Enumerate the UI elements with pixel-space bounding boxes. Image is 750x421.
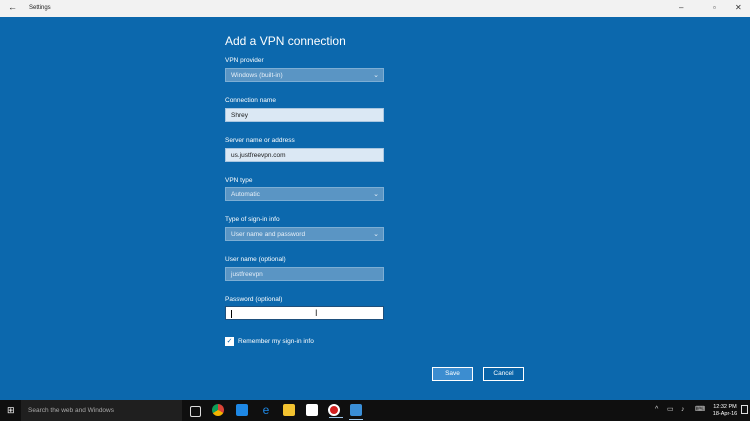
remember-label: Remember my sign-in info (238, 338, 314, 345)
vpn-provider-value: Windows (built-in) (231, 72, 283, 79)
notification-icon[interactable] (741, 405, 748, 414)
record-icon[interactable] (328, 404, 343, 418)
chrome-icon[interactable] (212, 404, 224, 416)
close-icon[interactable]: ✕ (735, 3, 742, 13)
cancel-button[interactable]: Cancel (483, 367, 524, 381)
signin-type-value: User name and password (231, 231, 306, 238)
title-bar: ← Settings – ▫ ✕ (0, 0, 750, 17)
connection-name-label: Connection name (225, 97, 276, 104)
back-arrow-icon[interactable]: ← (8, 3, 17, 12)
vpn-type-label: VPN type (225, 177, 253, 184)
task-view-icon[interactable] (190, 406, 201, 417)
clock-time: 12:32 PM (713, 404, 737, 410)
username-value: justfreevpn (231, 271, 263, 278)
clock-date: 18-Apr-16 (712, 411, 738, 417)
store-bag-icon[interactable] (236, 404, 248, 416)
username-label: User name (optional) (225, 256, 286, 263)
file-explorer-icon[interactable] (283, 404, 295, 416)
password-label: Password (optional) (225, 296, 283, 303)
taskbar-clock[interactable]: 12:32 PM 18-Apr-16 (712, 404, 738, 418)
server-value: us.justfreevpn.com (231, 152, 286, 159)
username-input[interactable]: justfreevpn (225, 267, 384, 281)
taskbar-search[interactable]: Search the web and Windows (21, 400, 182, 421)
vpn-provider-select[interactable]: Windows (built-in) ⌄ (225, 68, 384, 82)
chevron-up-icon[interactable]: ^ (655, 406, 658, 414)
edge-icon[interactable]: e (260, 404, 272, 416)
vpn-type-select[interactable]: Automatic ⌄ (225, 187, 384, 201)
connection-name-input[interactable]: Shrey (225, 108, 384, 122)
taskbar: ⊞ Search the web and Windows e ^ ▭ ♪ ⌨ (0, 400, 750, 421)
maximize-icon[interactable]: ▫ (713, 3, 716, 13)
network-icon[interactable]: ▭ (667, 406, 674, 414)
minimize-icon[interactable]: – (679, 3, 683, 13)
save-button[interactable]: Save (432, 367, 473, 381)
speaker-icon[interactable]: ♪ (681, 406, 685, 414)
signin-type-label: Type of sign-in info (225, 216, 280, 223)
chevron-down-icon: ⌄ (373, 191, 379, 198)
keyboard-icon[interactable]: ⌨ (695, 406, 705, 414)
vpn-type-value: Automatic (231, 191, 260, 198)
text-caret (231, 310, 232, 318)
windows-start-icon[interactable]: ⊞ (7, 406, 16, 415)
password-input[interactable]: I (225, 306, 384, 320)
search-placeholder: Search the web and Windows (28, 407, 114, 414)
connection-name-value: Shrey (231, 112, 248, 119)
settings-gear-icon[interactable] (349, 404, 363, 420)
vpn-provider-label: VPN provider (225, 57, 264, 64)
remember-checkbox[interactable]: ✓ (225, 337, 234, 346)
dialog-heading: Add a VPN connection (225, 34, 346, 48)
chevron-down-icon: ⌄ (373, 231, 379, 238)
signin-type-select[interactable]: User name and password ⌄ (225, 227, 384, 241)
store-icon[interactable] (306, 404, 318, 416)
ibeam-cursor-icon: I (315, 308, 318, 318)
server-input[interactable]: us.justfreevpn.com (225, 148, 384, 162)
window-title: Settings (29, 5, 51, 11)
server-label: Server name or address (225, 137, 295, 144)
chevron-down-icon: ⌄ (373, 72, 379, 79)
